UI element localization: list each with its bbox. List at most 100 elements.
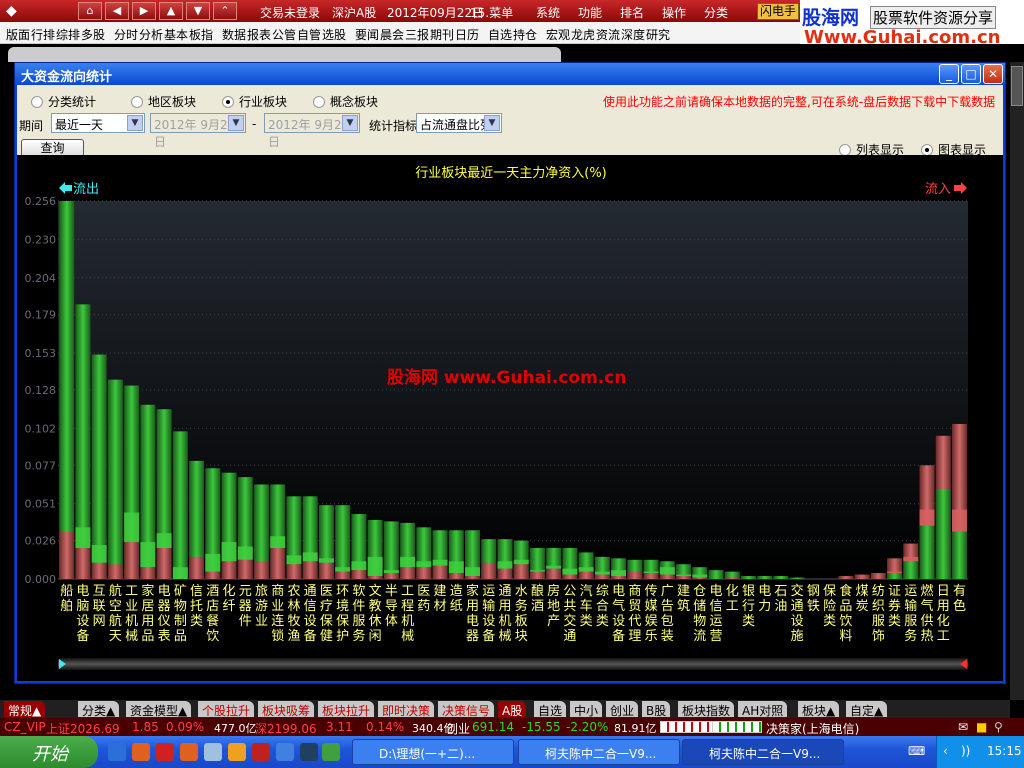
market-label[interactable]: 深沪A股 — [332, 4, 376, 21]
clock[interactable]: 15:15 — [987, 744, 1022, 758]
bottom-tab[interactable]: 板块拉升 — [318, 701, 375, 718]
bottom-tab[interactable]: 板块▲ — [798, 701, 840, 718]
tray-expand-icon[interactable]: ‹ — [943, 744, 948, 758]
menubar-item[interactable]: 分析 — [139, 26, 163, 43]
menubar-item[interactable]: 研究 — [646, 26, 670, 43]
start-button[interactable]: 开始 — [0, 736, 98, 768]
menubar-item[interactable]: 版面 — [6, 26, 30, 43]
diamond-logo-icon: ◆ — [6, 3, 17, 19]
x-tick-label: 环境保护 — [336, 584, 349, 644]
menu-category[interactable]: 分类 — [704, 4, 728, 21]
bottom-tab[interactable]: 自选 — [534, 701, 567, 718]
task-app-active[interactable]: 柯夫陈中二合一V9... — [682, 739, 844, 765]
menubar-item[interactable]: 多股 — [81, 26, 105, 43]
menubar-item[interactable]: 基本 — [164, 26, 188, 43]
menubar-item[interactable]: 三报 — [405, 26, 429, 43]
menubar-item[interactable]: 自选 — [488, 26, 512, 43]
task-app[interactable]: 柯夫陈中二合一V9... — [518, 739, 680, 765]
task-folder[interactable]: D:\理想(一+二)... — [352, 739, 514, 765]
sh-index[interactable]: 上证2026.69 — [46, 720, 120, 737]
app-icon[interactable] — [252, 743, 270, 761]
bar-base — [513, 564, 529, 579]
bottom-tab[interactable]: B股 — [642, 701, 671, 718]
x-tick-label: 酒店餐饮 — [206, 584, 219, 644]
bottom-tab[interactable]: 决策信号 — [438, 701, 495, 718]
home-icon[interactable]: ⌂ — [78, 2, 102, 20]
menubar-item[interactable]: 宏观 — [546, 26, 570, 43]
menubar-item[interactable]: 资流 — [596, 26, 620, 43]
menubar-item[interactable]: 晨会 — [380, 26, 404, 43]
ie-icon[interactable] — [108, 743, 126, 761]
menubar-item[interactable]: 持仓 — [513, 26, 537, 43]
bottom-tab[interactable]: 即时决策 — [378, 701, 435, 718]
sz-index[interactable]: 深2199.06 — [255, 720, 317, 737]
app-icon[interactable] — [276, 743, 294, 761]
up-icon[interactable]: ▲ — [159, 2, 183, 20]
bar-base — [237, 559, 253, 579]
forward-icon[interactable]: ▶ — [132, 2, 156, 20]
collapse-icon[interactable]: ⌃ — [213, 2, 237, 20]
bottom-tab[interactable]: 创业 — [606, 701, 639, 718]
vertical-scrollbar[interactable] — [1010, 62, 1024, 700]
menubar-item[interactable]: 期刊 — [430, 26, 454, 43]
menu-label[interactable]: 15.菜单 — [470, 4, 513, 21]
bottom-tab[interactable]: 中小 — [570, 701, 603, 718]
cy-label[interactable]: 创业 — [446, 720, 470, 737]
bottom-tab[interactable]: 板块吸筹 — [258, 701, 315, 718]
menubar-item[interactable]: 报表 — [247, 26, 271, 43]
menubar-item[interactable]: 日历 — [455, 26, 479, 43]
app-icon[interactable] — [300, 743, 318, 761]
app-icon[interactable] — [228, 743, 246, 761]
period-select[interactable]: 最近一天 ▼ — [51, 113, 145, 133]
close-icon[interactable]: ✕ — [983, 64, 1003, 84]
app-icon[interactable] — [204, 743, 222, 761]
radio-industry-sector[interactable]: 行业板块 — [222, 93, 287, 110]
bottom-tab[interactable]: A股 — [498, 701, 527, 718]
maximize-icon[interactable]: □ — [961, 64, 981, 84]
radio-concept-sector[interactable]: 概念板块 — [313, 93, 378, 110]
menubar-item[interactable]: 数据 — [222, 26, 246, 43]
down-icon[interactable]: ▼ — [186, 2, 210, 20]
menubar-item[interactable]: 选股 — [322, 26, 346, 43]
background-tab[interactable] — [481, 47, 561, 62]
menubar-item[interactable]: 分时 — [114, 26, 138, 43]
flash-trade-button[interactable]: 闪电手 — [757, 3, 799, 20]
lock-icon[interactable]: ■ — [976, 720, 987, 734]
menu-system[interactable]: 系统 — [536, 4, 560, 21]
menubar-item[interactable]: 自管 — [297, 26, 321, 43]
bottom-tab[interactable]: 自定▲ — [846, 701, 888, 718]
back-icon[interactable]: ◀ — [105, 2, 129, 20]
mail-icon[interactable]: ✉ — [958, 720, 968, 734]
metric-select[interactable]: 占流通盘比列 ▼ — [416, 113, 502, 133]
bottom-tab[interactable]: AH对照 — [738, 701, 788, 718]
app-icon[interactable] — [156, 743, 174, 761]
keyboard-icon[interactable]: ⌨ — [908, 744, 925, 758]
radio-region-sector[interactable]: 地区板块 — [131, 93, 196, 110]
menu-function[interactable]: 功能 — [578, 4, 602, 21]
menubar-item[interactable]: 板指 — [189, 26, 213, 43]
bottom-tab[interactable]: 常规▲ — [4, 701, 46, 718]
horizontal-scrollbar[interactable] — [58, 658, 968, 670]
menubar-item[interactable]: 深度 — [621, 26, 645, 43]
menu-ranking[interactable]: 排名 — [620, 4, 644, 21]
app-icon[interactable] — [132, 743, 150, 761]
menubar-item[interactable]: 龙虎 — [571, 26, 595, 43]
bar-base — [400, 567, 416, 579]
menu-operation[interactable]: 操作 — [662, 4, 686, 21]
network-icon[interactable]: )) — [961, 744, 970, 758]
app-icon[interactable] — [322, 743, 340, 761]
bottom-tab[interactable]: 个股拉升 — [198, 701, 255, 718]
menubar-item[interactable]: 行排 — [31, 26, 55, 43]
app-icon[interactable] — [180, 743, 198, 761]
radio-category-stats[interactable]: 分类统计 — [31, 93, 96, 110]
minimize-icon[interactable]: _ — [939, 64, 959, 84]
bottom-tab[interactable]: 资金模型▲ — [126, 701, 192, 718]
radio-icon — [313, 95, 325, 108]
scroll-thumb[interactable] — [1011, 66, 1023, 106]
menubar-item[interactable]: 综排 — [56, 26, 80, 43]
bottom-tab[interactable]: 板块指数 — [678, 701, 735, 718]
radio-icon — [131, 95, 143, 108]
bottom-tab[interactable]: 分类▲ — [78, 701, 120, 718]
menubar-item[interactable]: 要闻 — [355, 26, 379, 43]
menubar-item[interactable]: 公管 — [272, 26, 296, 43]
